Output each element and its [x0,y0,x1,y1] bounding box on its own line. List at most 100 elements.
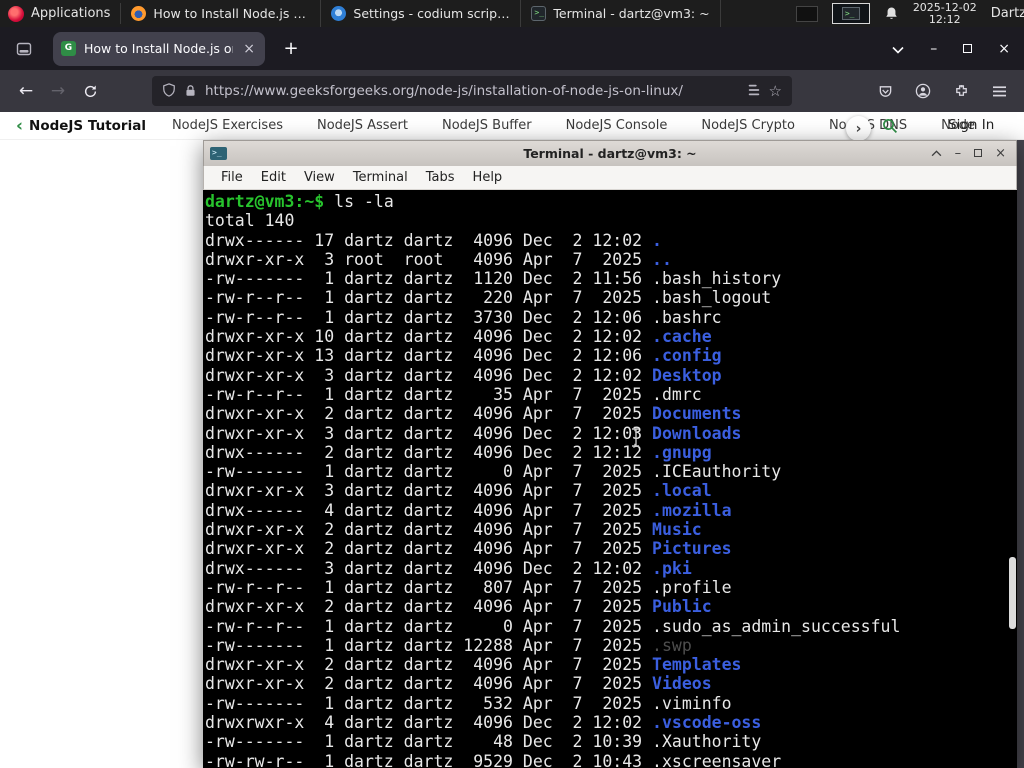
terminal-menubar: File Edit View Terminal Tabs Help [203,166,1017,190]
url-bar[interactable]: https://www.geeksforgeeks.org/node-js/in… [152,76,792,106]
terminal-line: total 140 [205,211,295,231]
terminal-menu-tabs[interactable]: Tabs [417,170,464,185]
terminal-line: drwxr-xr-x 2 dartz dartz 4096 Apr 7 2025… [205,674,712,694]
taskbar-tray: 2025-12-02 12:12 Dartz [795,0,1024,27]
terminal-line: -rw------- 1 dartz dartz 12288 Apr 7 202… [205,635,692,655]
tabstrip-controls: – × [892,39,1024,58]
terminal-menu-file[interactable]: File [212,170,252,185]
taskbar: Applications How to Install Node.js o...… [0,0,1024,27]
terminal-line: drwxr-xr-x 2 dartz dartz 4096 Apr 7 2025… [205,655,742,675]
clock-date: 2025-12-02 [912,0,977,14]
terminal-rollup-icon[interactable] [931,147,942,160]
forward-button[interactable]: → [42,75,74,107]
terminal-titlebar[interactable]: Terminal - dartz@vm3: ~ – × [203,140,1017,166]
terminal-menu-view[interactable]: View [295,170,344,185]
reader-view-icon[interactable] [747,82,761,101]
tab-title: How to Install Node.js on... [84,41,233,56]
browser-tab[interactable]: G How to Install Node.js on... × [53,31,265,66]
terminal-line: dartz@vm3:~$ ls -la [205,192,394,211]
geeksforgeeks-favicon: G [61,41,76,56]
bookmark-star-icon[interactable]: ☆ [769,82,782,100]
lock-icon[interactable] [184,82,197,101]
terminal-scrollbar-thumb[interactable] [1009,557,1016,629]
window-maximize-button[interactable] [963,41,973,57]
terminal-line: drwxr-xr-x 3 dartz dartz 4096 Apr 7 2025… [205,481,712,501]
clock[interactable]: 2025-12-02 12:12 [912,0,977,26]
terminal-line: drwx------ 17 dartz dartz 4096 Dec 2 12:… [205,230,662,250]
sign-in-link[interactable]: Sign In [948,117,994,133]
terminal-menu-terminal[interactable]: Terminal [344,170,417,185]
taskbar-window-button[interactable]: Settings - codium script... [321,0,522,27]
nav-back-chevron-icon[interactable]: ‹ [16,116,23,136]
clock-time: 12:12 [928,12,961,26]
site-nav-item[interactable]: NodeJS Crypto [701,118,795,133]
terminal-app-icon [210,147,227,160]
terminal-title: Terminal - dartz@vm3: ~ [523,146,697,161]
new-tab-button[interactable]: + [277,38,305,59]
terminal-line: drwxr-xr-x 3 root root 4096 Apr 7 2025 .… [205,249,672,269]
terminal-line: drwxr-xr-x 2 dartz dartz 4096 Apr 7 2025… [205,597,712,617]
site-nav-item[interactable]: NodeJS Buffer [442,118,532,133]
tab-close-icon[interactable]: × [241,41,257,57]
pocket-icon[interactable] [870,76,900,106]
firefox-icon [131,6,147,21]
window-close-button[interactable]: × [998,41,1010,57]
terminal-line: -rw------- 1 dartz dartz 0 Apr 7 2025 .I… [205,462,782,482]
toolbar-icons [870,76,1014,106]
terminal-line: drwxr-xr-x 3 dartz dartz 4096 Dec 2 12:0… [205,365,722,385]
site-nav-item[interactable]: NodeJS Console [566,118,668,133]
terminal-line: -rw-r--r-- 1 dartz dartz 220 Apr 7 2025 … [205,288,772,308]
terminal-mini-icon [841,7,860,20]
applications-menu-button[interactable]: Applications [0,0,120,27]
reload-button[interactable] [74,75,106,107]
show-desktop-icon[interactable] [795,5,818,22]
extensions-puzzle-icon[interactable] [946,76,976,106]
settings-icon [331,6,347,21]
list-tabs-chevron-icon[interactable] [892,39,904,58]
user-label: Dartz [990,6,1024,21]
browser-scrollbar[interactable] [1016,140,1024,768]
terminal-line: -rw-r--r-- 1 dartz dartz 3730 Dec 2 12:0… [205,307,722,327]
back-button[interactable]: ← [10,75,42,107]
url-text: https://www.geeksforgeeks.org/node-js/in… [205,83,683,99]
terminal-line: -rw-r--r-- 1 dartz dartz 35 Apr 7 2025 .… [205,384,702,404]
nav-more-chevron-button[interactable]: › [846,116,871,141]
terminal-line: -rw-r--r-- 1 dartz dartz 807 Apr 7 2025 … [205,577,732,597]
site-nav-item[interactable]: NodeJS Assert [317,118,408,133]
desktop: Applications How to Install Node.js o...… [0,0,1024,768]
terminal-line: drwx------ 2 dartz dartz 4096 Dec 2 12:1… [205,442,712,462]
terminal-minimize-button[interactable]: – [955,147,962,160]
terminal-line: drwx------ 4 dartz dartz 4096 Apr 7 2025… [205,500,732,520]
site-nav-item[interactable]: NodeJS Exercises [172,118,283,133]
terminal-window: Terminal - dartz@vm3: ~ – × FileEditView… [203,140,1017,768]
taskbar-window-button[interactable]: Terminal - dartz@vm3: ~ [521,0,722,27]
terminal-menu-edit[interactable]: Edit [252,170,295,185]
terminal-line: -rw------- 1 dartz dartz 48 Dec 2 10:39 … [205,732,762,752]
applications-label: Applications [31,6,111,21]
terminal-line: -rw-rw-r-- 1 dartz dartz 9529 Dec 2 10:4… [205,751,782,768]
terminal-line: -rw------- 1 dartz dartz 1120 Dec 2 11:5… [205,269,782,289]
active-window-indicator[interactable] [831,3,870,24]
firefox-view-icon[interactable] [9,34,39,64]
site-nav-primary[interactable]: NodeJS Tutorial [29,118,146,134]
account-icon[interactable] [908,76,938,106]
window-minimize-button[interactable]: – [930,41,937,57]
terminal-maximize-button[interactable] [974,147,983,160]
notification-bell-icon[interactable] [884,6,899,21]
distro-logo-icon [8,5,24,22]
terminal-window-buttons: – × [931,147,1016,160]
taskbar-window-title: Settings - codium script... [353,6,511,21]
terminal-line: drwx------ 3 dartz dartz 4096 Dec 2 12:0… [205,558,692,578]
browser-tabstrip: G How to Install Node.js on... × + – × [0,27,1024,70]
terminal-output[interactable]: dartz@vm3:~$ ls -la total 140 drwx------ 1… [203,190,1017,768]
terminal-line: -rw-r--r-- 1 dartz dartz 0 Apr 7 2025 .s… [205,616,901,636]
taskbar-window-button[interactable]: How to Install Node.js o... [121,0,322,27]
terminal-close-button[interactable]: × [995,147,1006,160]
shield-icon[interactable] [162,82,176,101]
terminal-line: drwxr-xr-x 2 dartz dartz 4096 Apr 7 2025… [205,539,732,559]
terminal-line: drwxr-xr-x 10 dartz dartz 4096 Dec 2 12:… [205,327,712,347]
site-search-icon[interactable] [882,118,898,138]
terminal-menu-help[interactable]: Help [464,170,512,185]
terminal-line: drwxr-xr-x 3 dartz dartz 4096 Dec 2 12:0… [205,423,742,443]
menu-hamburger-icon[interactable] [984,76,1014,106]
